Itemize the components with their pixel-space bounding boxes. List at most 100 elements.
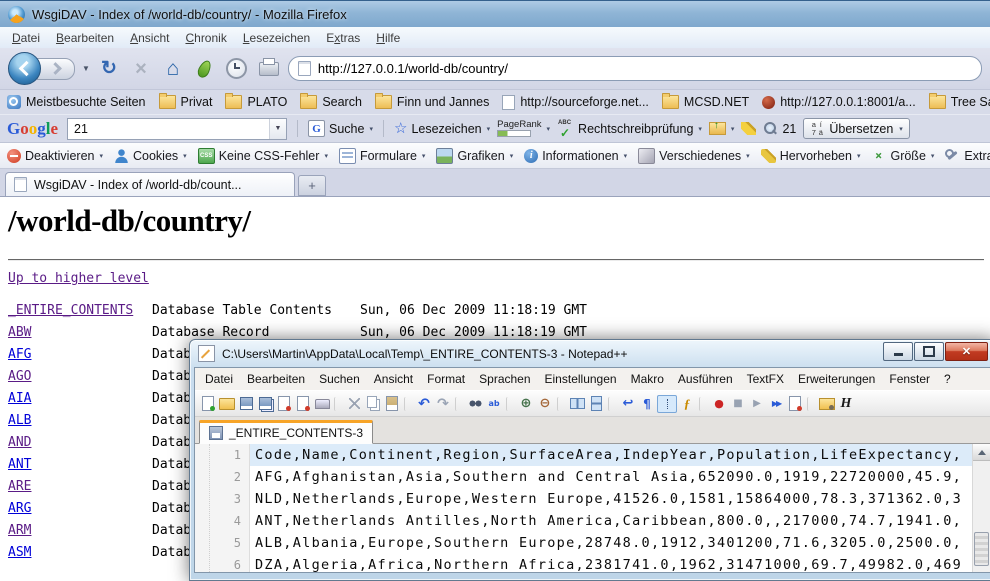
close-all-icon[interactable] (294, 396, 312, 412)
webdev-menu-item[interactable]: Informationen (524, 149, 627, 163)
word-wrap-icon[interactable] (619, 396, 637, 412)
close-icon[interactable] (275, 396, 293, 412)
notepadpp-menu-item[interactable]: Suchen (312, 369, 367, 389)
webdev-menu-item[interactable]: Deaktivieren (7, 149, 103, 163)
bookmark-item[interactable]: Tree Samples (929, 95, 990, 109)
open-icon[interactable] (218, 396, 236, 412)
sep-icon[interactable] (404, 397, 412, 411)
forward-button[interactable] (37, 58, 75, 80)
scroll-up-icon[interactable] (973, 444, 990, 461)
copy-icon[interactable] (364, 396, 382, 412)
active-tab[interactable]: WsgiDAV - Index of /world-db/count... (5, 172, 295, 196)
notepadpp-menu-item[interactable]: Sprachen (472, 369, 537, 389)
sync-scroll-v-icon[interactable] (568, 396, 586, 412)
line-text[interactable]: ANT,Netherlands Antilles,North America,C… (250, 510, 972, 532)
menu-item[interactable]: Chronik (177, 29, 234, 47)
webdev-menu-item[interactable]: Hervorheben (761, 149, 861, 163)
search-dropdown-icon[interactable]: ▼ (269, 119, 286, 139)
macro-run-multiple-icon[interactable] (767, 396, 785, 412)
new-tab-button[interactable]: + (298, 175, 326, 196)
notepadpp-menu-item[interactable]: Format (420, 369, 472, 389)
home-icon[interactable]: ⌂ (160, 56, 186, 82)
entry-link[interactable]: ALB (8, 413, 152, 428)
sep-icon[interactable] (557, 397, 565, 411)
bookmark-item[interactable]: Privat (159, 95, 213, 109)
google-search-box[interactable]: 21 ▼ (67, 118, 287, 140)
undo-icon[interactable] (415, 396, 433, 412)
webdev-menu-item[interactable]: Formulare (339, 148, 425, 164)
minimize-button[interactable] (883, 342, 913, 361)
line-text[interactable]: ALB,Albania,Europe,Southern Europe,28748… (250, 532, 972, 554)
highlighter-button[interactable] (741, 122, 756, 135)
macro-stop-icon[interactable] (729, 396, 747, 412)
entry-link[interactable]: ARG (8, 501, 152, 516)
webdev-menu-item[interactable]: Cookies (114, 149, 187, 163)
notepadpp-menu-item[interactable]: ? (937, 369, 958, 389)
notepadpp-menu-item[interactable]: Fenster (882, 369, 937, 389)
redo-icon[interactable] (434, 396, 452, 412)
translate-button[interactable]: aí 7ä Übersetzen ▾ (803, 118, 909, 139)
replace-icon[interactable] (485, 396, 503, 412)
editor-area[interactable]: 1 Code,Name,Continent,Region,SurfaceArea… (195, 444, 990, 572)
menu-item[interactable]: Ansicht (122, 29, 177, 47)
bookmark-item[interactable]: MCSD.NET (662, 95, 749, 109)
menu-item[interactable]: Lesezeichen (235, 29, 318, 47)
webdev-menu-item[interactable]: Verschiedenes (638, 148, 750, 164)
entry-link[interactable]: AIA (8, 391, 152, 406)
find-count-button[interactable]: 21 (763, 121, 796, 136)
line-text[interactable]: NLD,Netherlands,Europe,Western Europe,41… (250, 488, 972, 510)
url-bar[interactable]: http://127.0.0.1/world-db/country/ (288, 56, 982, 81)
macro-play-icon[interactable] (748, 396, 766, 412)
firefox-titlebar[interactable]: WsgiDAV - Index of /world-db/country/ - … (0, 0, 990, 27)
bookmark-item[interactable]: Search (300, 95, 362, 109)
line-text[interactable]: AFG,Afghanistan,Asia,Southern and Centra… (250, 466, 972, 488)
spellcheck-button[interactable]: Rechtschreibprüfung ▾ (557, 121, 702, 137)
notepadpp-menu-item[interactable]: Einstellungen (538, 369, 624, 389)
history-dropdown-icon[interactable]: ▼ (82, 64, 90, 73)
menu-item[interactable]: Extras (318, 29, 368, 47)
line-text[interactable]: DZA,Algeria,Africa,Northern Africa,23817… (250, 554, 972, 572)
notepadpp-titlebar[interactable]: C:\Users\Martin\AppData\Local\Temp\_ENTI… (194, 340, 990, 367)
back-button[interactable] (8, 52, 41, 85)
entry-link[interactable]: ARM (8, 523, 152, 538)
leaf-addon-icon[interactable] (192, 56, 218, 82)
scrollbar-thumb[interactable] (974, 532, 989, 566)
zoom-in-icon[interactable] (517, 396, 535, 412)
entry-link[interactable]: _ENTIRE_CONTENTS (8, 303, 152, 318)
notepadpp-menu-item[interactable]: TextFX (740, 369, 791, 389)
google-bookmarks-button[interactable]: ☆ Lesezeichen ▾ (394, 121, 490, 136)
entry-link[interactable]: ABW (8, 325, 152, 340)
show-symbols-icon[interactable] (638, 396, 656, 412)
notepadpp-menu-item[interactable]: Ansicht (367, 369, 420, 389)
bookmark-item[interactable]: http://sourceforge.net... (502, 95, 649, 110)
menu-item[interactable]: Hilfe (368, 29, 408, 47)
webdev-menu-item[interactable]: Keine CSS-Fehler (198, 148, 328, 164)
save-all-icon[interactable] (256, 396, 274, 412)
html-preview-icon[interactable] (837, 396, 855, 412)
reload-icon[interactable]: ↻ (96, 56, 122, 82)
webdev-menu-item[interactable]: Grafiken (436, 148, 513, 164)
function-completion-icon[interactable] (678, 396, 696, 412)
entry-link[interactable]: ASM (8, 545, 152, 560)
bookmark-item[interactable]: Finn und Jannes (375, 95, 489, 109)
history-clock-button[interactable] (224, 56, 250, 82)
notepadpp-menu-item[interactable]: Ausführen (671, 369, 740, 389)
entry-link[interactable]: AND (8, 435, 152, 450)
webdev-menu-item[interactable]: Extras (945, 149, 990, 163)
print-button[interactable] (256, 56, 282, 82)
entry-link[interactable]: ANT (8, 457, 152, 472)
close-button[interactable] (945, 342, 988, 361)
zoom-out-icon[interactable] (536, 396, 554, 412)
entry-link[interactable]: ARE (8, 479, 152, 494)
menu-item[interactable]: Bearbeiten (48, 29, 122, 47)
print-icon[interactable] (313, 396, 331, 412)
indent-guide-icon[interactable] (657, 395, 677, 413)
pagerank-widget[interactable]: PageRank ▾ (497, 120, 550, 137)
sep-icon[interactable] (455, 397, 463, 411)
sep-icon[interactable] (699, 397, 707, 411)
new-file-icon[interactable] (199, 396, 217, 412)
editor-scrollbar[interactable] (972, 444, 990, 572)
sep-icon[interactable] (807, 397, 815, 411)
sep-icon[interactable] (334, 397, 342, 411)
find-icon[interactable] (466, 396, 484, 412)
